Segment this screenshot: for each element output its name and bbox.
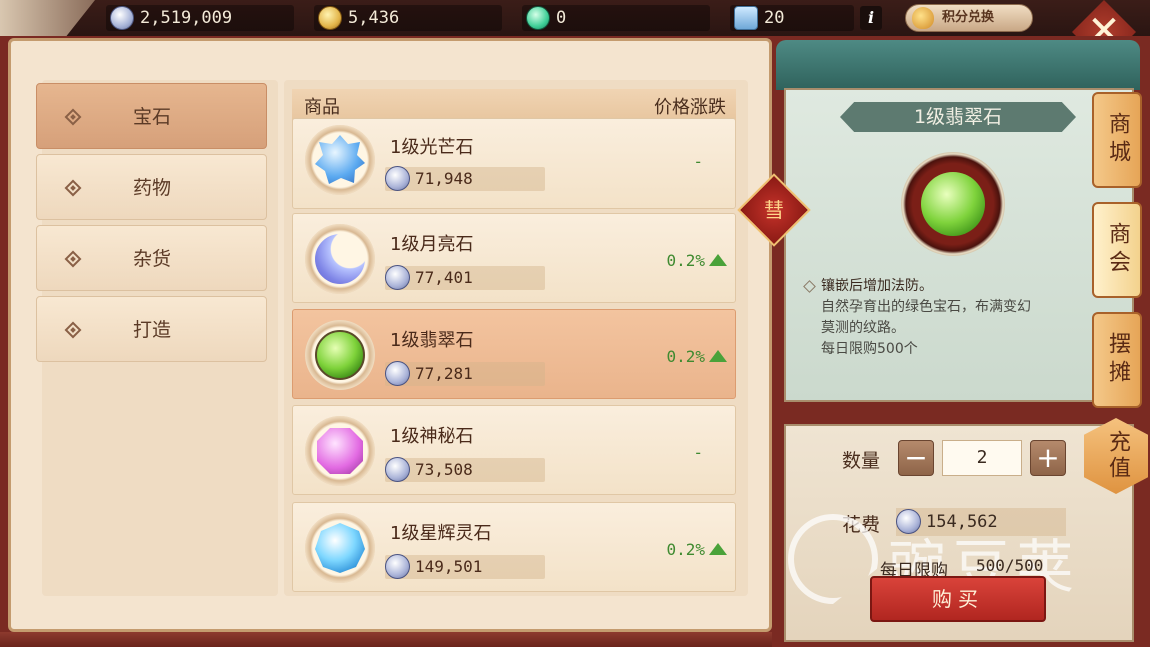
bottom-trim xyxy=(0,632,772,647)
category-label: 杂货 xyxy=(133,248,172,270)
cost-label: 花费 xyxy=(842,514,881,536)
top-resource-bar: 2,519,009 5,436 0 20 i 积分兑换 xyxy=(0,0,1150,36)
goods-item-jade-stone[interactable]: 1级翡翠石 77,281 0.2% xyxy=(292,309,736,399)
gem-frame xyxy=(305,125,375,195)
roof-ornament xyxy=(776,40,1140,90)
silver-amount: 2,519,009 xyxy=(140,8,233,28)
silver-coin-icon xyxy=(385,265,410,290)
item-name: 1级星辉灵石 xyxy=(390,523,492,544)
category-misc[interactable]: 杂货 xyxy=(36,225,267,291)
gem-frame xyxy=(305,320,375,390)
quantity-input[interactable]: 2 xyxy=(942,440,1022,476)
item-price-value: 71,948 xyxy=(415,169,473,188)
box-currency: 20 xyxy=(730,5,854,31)
item-name: 1级月亮石 xyxy=(390,234,474,255)
diamond-bullet-icon xyxy=(64,321,82,339)
item-price: 73,508 xyxy=(385,457,545,482)
silver-coin-icon xyxy=(385,457,410,482)
moon-stone-icon xyxy=(315,234,365,284)
item-price: 77,281 xyxy=(385,361,545,386)
change-value: 0.2% xyxy=(666,540,705,559)
jade-currency: 0 xyxy=(522,5,710,31)
item-effect: 镶嵌后增加法防。 xyxy=(803,276,1043,297)
treasure-box-icon xyxy=(734,6,758,30)
item-price-value: 149,501 xyxy=(415,557,483,576)
quantity-decrease-button[interactable]: − xyxy=(898,440,934,476)
silver-coin-icon xyxy=(385,166,410,191)
item-name: 1级神秘石 xyxy=(390,426,474,447)
item-price: 71,948 xyxy=(385,166,545,191)
diamond-bullet-icon xyxy=(64,250,82,268)
gem-frame xyxy=(305,224,375,294)
points-exchange-button[interactable]: 积分兑换 xyxy=(905,4,1033,32)
item-price-value: 73,508 xyxy=(415,460,473,479)
info-button[interactable]: i xyxy=(860,6,882,30)
item-price-value: 77,281 xyxy=(415,364,473,383)
category-gems[interactable]: 宝石 xyxy=(36,83,267,149)
goods-item-starlight-stone[interactable]: 1级星辉灵石 149,501 0.2% xyxy=(292,502,736,592)
cost-value: 154,562 xyxy=(926,512,998,532)
category-label: 打造 xyxy=(133,319,172,341)
gem-frame xyxy=(305,416,375,486)
item-price-value: 77,401 xyxy=(415,268,473,287)
item-price-change: - xyxy=(693,152,703,171)
item-price-change: 0.2% xyxy=(666,346,727,368)
goods-item-moon-stone[interactable]: 1级月亮石 77,401 0.2% xyxy=(292,213,736,303)
cost-display: 154,562 xyxy=(896,508,1066,536)
box-amount: 20 xyxy=(764,8,785,28)
silver-coin-icon xyxy=(385,554,410,579)
item-price-change: 0.2% xyxy=(666,539,727,561)
money-bag-icon xyxy=(912,7,934,29)
starlight-stone-icon xyxy=(315,523,365,573)
detail-title: 1级翡翠石 xyxy=(840,102,1076,132)
mystic-stone-icon xyxy=(317,428,363,474)
item-name: 1级光芒石 xyxy=(390,137,474,158)
change-value: 0.2% xyxy=(666,347,705,366)
category-label: 药物 xyxy=(133,177,172,199)
silver-currency: 2,519,009 xyxy=(106,5,294,31)
corner-ornament xyxy=(0,0,95,36)
silver-coin-icon xyxy=(110,6,134,30)
item-price-change: - xyxy=(693,443,703,462)
jade-stone-large-icon xyxy=(921,172,985,236)
light-stone-icon xyxy=(315,135,365,184)
buy-button[interactable]: 购买 xyxy=(870,576,1046,622)
category-medicine[interactable]: 药物 xyxy=(36,154,267,220)
silver-coin-icon xyxy=(385,361,410,386)
tab-trade-guild[interactable]: 商会 xyxy=(1092,202,1142,298)
gold-coin-icon xyxy=(318,6,342,30)
quantity-increase-button[interactable]: + xyxy=(1030,440,1066,476)
item-price-change: 0.2% xyxy=(666,250,727,272)
category-forging[interactable]: 打造 xyxy=(36,296,267,362)
change-value: 0.2% xyxy=(666,251,705,270)
tab-mall[interactable]: 商城 xyxy=(1092,92,1142,188)
item-flavor-text: 自然孕育出的绿色宝石，布满变幻莫测的纹路。 xyxy=(821,299,1031,336)
gold-amount: 5,436 xyxy=(348,8,400,28)
item-price: 77,401 xyxy=(385,265,545,290)
goods-item-mystic-stone[interactable]: 1级神秘石 73,508 - xyxy=(292,405,736,495)
detail-gem-frame xyxy=(901,152,1005,256)
jade-icon xyxy=(526,6,550,30)
daily-limit-value: 500/500 xyxy=(976,556,1044,575)
item-description: 镶嵌后增加法防。 自然孕育出的绿色宝石，布满变幻莫测的纹路。 每日限购500个 xyxy=(803,276,1043,360)
jade-stone-icon xyxy=(315,330,365,380)
knot-glyph: 彗 xyxy=(764,198,784,222)
points-exchange-label: 积分兑换 xyxy=(942,10,995,25)
jade-amount: 0 xyxy=(556,8,567,28)
category-label: 宝石 xyxy=(133,106,172,128)
quantity-label: 数量 xyxy=(842,450,881,472)
arrow-up-icon xyxy=(709,349,727,362)
goods-item-light-stone[interactable]: 1级光芒石 71,948 - xyxy=(292,118,736,209)
item-name: 1级翡翠石 xyxy=(390,330,474,351)
silver-coin-icon xyxy=(896,509,921,534)
item-daily-limit-text: 每日限购500个 xyxy=(821,341,918,357)
diamond-bullet-icon xyxy=(64,108,82,126)
gem-frame xyxy=(305,513,375,583)
item-price: 149,501 xyxy=(385,554,545,579)
gold-currency: 5,436 xyxy=(314,5,502,31)
arrow-up-icon xyxy=(709,542,727,555)
arrow-up-icon xyxy=(709,253,727,266)
tab-stall[interactable]: 摆摊 xyxy=(1092,312,1142,408)
diamond-bullet-icon xyxy=(64,179,82,197)
